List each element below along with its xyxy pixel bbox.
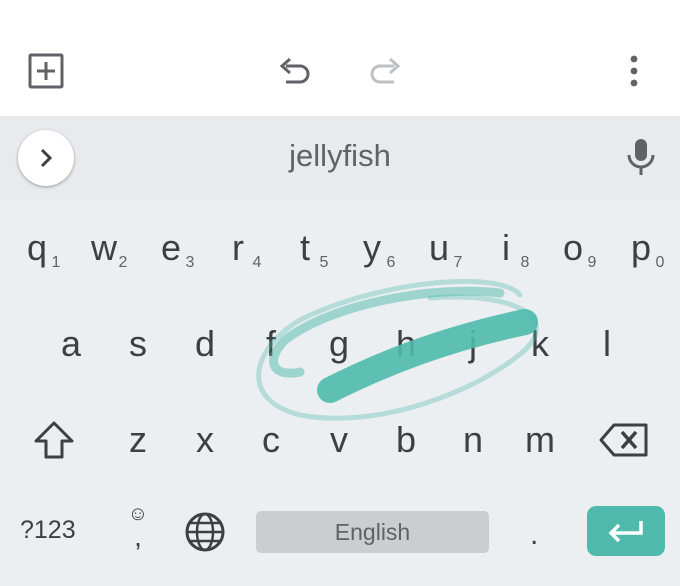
key-k[interactable]: k: [507, 296, 573, 386]
enter-key[interactable]: [587, 506, 665, 556]
key-u[interactable]: u7: [406, 200, 472, 290]
key-l[interactable]: l: [574, 296, 640, 386]
key-o[interactable]: o9: [540, 200, 606, 290]
key-label: u: [428, 227, 450, 268]
backspace-icon[interactable]: [598, 422, 650, 458]
key-y[interactable]: y6: [339, 200, 405, 290]
chevron-right-icon: [40, 148, 53, 168]
key-label: r: [232, 227, 244, 268]
key-x[interactable]: x: [172, 392, 238, 482]
key-i[interactable]: i8: [473, 200, 539, 290]
keyboard: q1 w2 e3 r4 t5 y6 u7 i8 o9 p0 a s d f g …: [0, 200, 680, 586]
key-d[interactable]: d: [172, 296, 238, 386]
symbols-key[interactable]: ?123: [20, 516, 76, 545]
key-w[interactable]: w2: [71, 200, 137, 290]
key-p[interactable]: p0: [608, 200, 674, 290]
key-c[interactable]: c: [238, 392, 304, 482]
key-label: q: [26, 227, 48, 268]
key-z[interactable]: z: [105, 392, 171, 482]
key-h[interactable]: h: [373, 296, 439, 386]
key-v[interactable]: v: [306, 392, 372, 482]
key-e[interactable]: e3: [138, 200, 204, 290]
comma-label: ,: [134, 521, 142, 552]
key-g[interactable]: g: [306, 296, 372, 386]
more-vert-icon[interactable]: [628, 54, 640, 88]
key-s[interactable]: s: [105, 296, 171, 386]
shift-icon[interactable]: [32, 420, 76, 460]
undo-icon[interactable]: [278, 56, 312, 86]
key-n[interactable]: n: [440, 392, 506, 482]
space-bar[interactable]: English: [256, 511, 489, 553]
key-label: y: [363, 227, 381, 268]
globe-icon[interactable]: [184, 511, 226, 553]
key-j[interactable]: j: [440, 296, 506, 386]
key-t[interactable]: t5: [272, 200, 338, 290]
add-box-icon[interactable]: [28, 53, 64, 89]
period-key[interactable]: .: [530, 518, 538, 552]
key-a[interactable]: a: [38, 296, 104, 386]
key-m[interactable]: m: [507, 392, 573, 482]
key-hint: 0: [655, 254, 665, 271]
key-q[interactable]: q1: [4, 200, 70, 290]
key-label: i: [502, 227, 510, 268]
microphone-icon[interactable]: [626, 138, 656, 176]
emoji-comma-key[interactable]: ☺ ,: [118, 504, 158, 552]
key-label: o: [562, 227, 584, 268]
key-label: t: [299, 227, 310, 268]
key-label: p: [630, 227, 652, 268]
key-b[interactable]: b: [373, 392, 439, 482]
suggestion-strip: jellyfish: [0, 116, 680, 200]
editor-toolbar: [0, 0, 680, 116]
expand-toolbar-button[interactable]: [18, 130, 74, 186]
suggestion-word[interactable]: jellyfish: [200, 138, 480, 174]
key-r[interactable]: r4: [205, 200, 271, 290]
key-label: e: [160, 227, 182, 268]
enter-icon: [608, 521, 643, 543]
key-f[interactable]: f: [238, 296, 304, 386]
redo-icon[interactable]: [368, 56, 402, 86]
